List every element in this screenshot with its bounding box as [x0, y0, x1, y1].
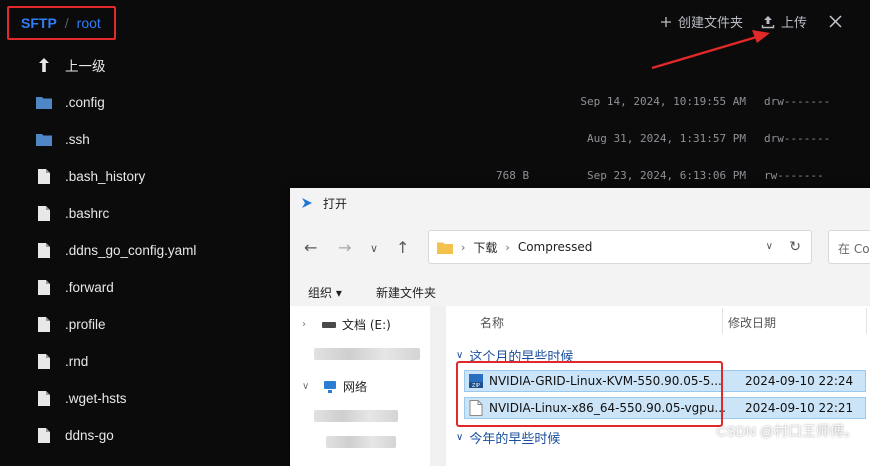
file-icon [36, 353, 52, 369]
sftp-file-row[interactable]: ddns-go [36, 424, 114, 446]
watermark: CSDN @村口王师傅。 [716, 423, 858, 439]
command-bar: 组织 ▾ 新建文件夹 [290, 278, 870, 304]
up-level-label: 上一级 [65, 59, 106, 74]
sftp-file-row[interactable]: .bashrc [36, 202, 109, 224]
sftp-file-name: ddns-go [65, 427, 114, 443]
search-input[interactable]: 在 Co [828, 230, 870, 264]
dialog-titlebar: 打开 [290, 188, 870, 218]
dialog-title: 打开 [323, 196, 348, 211]
sftp-file-name: .bashrc [65, 205, 110, 221]
network-icon [324, 380, 336, 393]
address-dropdown-icon[interactable]: ∨ [766, 241, 773, 252]
column-header-name[interactable]: 名称 [480, 314, 504, 331]
group-header-this-year[interactable]: ∨ 今年的早些时候 [456, 428, 560, 447]
up-arrow-icon [36, 57, 52, 73]
breadcrumb: SFTP / root [7, 6, 116, 40]
sftp-file-name: .bash_history [65, 168, 146, 184]
sftp-file-row[interactable]: .rnd [36, 350, 88, 372]
refresh-icon[interactable]: ↻ [789, 239, 801, 255]
file-icon [36, 205, 52, 221]
new-folder-button-dialog[interactable]: 新建文件夹 [376, 284, 436, 301]
close-icon [829, 15, 842, 28]
back-icon[interactable]: ← [304, 238, 317, 257]
sftp-file-row[interactable]: .bash_history [36, 165, 145, 187]
recent-dropdown-icon[interactable]: ∨ [370, 242, 378, 255]
column-divider[interactable] [722, 308, 723, 334]
file-icon [36, 168, 52, 184]
dialog-app-icon [302, 198, 312, 208]
file-date: 2024-09-10 22:24 [745, 374, 854, 388]
nav-item-network[interactable]: ∨ 网络 [302, 378, 367, 395]
sftp-file-name: .config [65, 94, 105, 110]
address-chevron-icon: › [505, 240, 510, 254]
plus-icon [660, 16, 671, 27]
address-chevron-icon: › [461, 240, 466, 254]
sftp-file-modified: Sep 23, 2024, 6:13:06 PM [587, 169, 746, 182]
sftp-file-modified: Aug 31, 2024, 1:31:57 PM [587, 132, 746, 145]
sftp-file-perms: drw------- [764, 132, 831, 145]
nav-item-label: 网络 [343, 380, 368, 394]
sftp-toolbar: 创建文件夹 上传 [642, 12, 848, 31]
sftp-file-perms: drw------- [764, 95, 831, 108]
breadcrumb-path[interactable]: root [77, 15, 101, 31]
breadcrumb-separator: / [64, 15, 69, 31]
upload-icon [761, 15, 775, 28]
forward-icon[interactable]: → [338, 238, 351, 257]
collapse-chevron-icon[interactable]: ∨ [302, 381, 322, 392]
new-folder-button[interactable]: 创建文件夹 [660, 12, 743, 31]
sftp-file-name: .profile [65, 316, 106, 332]
navigation-scrollbar[interactable] [430, 306, 446, 466]
file-icon [36, 427, 52, 443]
folder-icon [36, 131, 52, 147]
file-icon [36, 279, 52, 295]
sftp-file-row[interactable]: .ddns_go_config.yaml [36, 239, 196, 261]
column-divider[interactable] [866, 308, 867, 334]
file-icon [36, 316, 52, 332]
sftp-file-size: 768 B [496, 169, 530, 182]
sftp-file-name: .ddns_go_config.yaml [65, 242, 197, 258]
sftp-file-perms: rw------- [764, 169, 824, 182]
sftp-file-name: .rnd [65, 353, 89, 369]
up-level-row[interactable]: 上一级 [36, 54, 106, 76]
close-button[interactable] [829, 15, 848, 28]
sftp-file-modified: Sep 14, 2024, 10:19:55 AM [580, 95, 746, 108]
sftp-file-name: .ssh [65, 131, 90, 147]
sftp-file-row[interactable]: .ssh [36, 128, 90, 150]
organize-button[interactable]: 组织 ▾ [308, 284, 342, 301]
navigation-pane: › 文档 (E:) ∨ 网络 [290, 306, 430, 466]
nav-item-documents-drive[interactable]: › 文档 (E:) [302, 316, 391, 333]
file-icon [36, 242, 52, 258]
group-label: 今年的早些时候 [469, 432, 561, 447]
highlight-box [456, 361, 723, 427]
group-collapse-icon: ∨ [456, 350, 464, 361]
sftp-file-row[interactable]: .profile [36, 313, 106, 335]
address-segment-downloads[interactable]: 下载 [473, 239, 497, 256]
column-header-modified[interactable]: 修改日期 [728, 314, 776, 331]
upload-label: 上传 [780, 15, 807, 30]
file-date: 2024-09-10 22:21 [745, 401, 854, 415]
blurred-item [314, 410, 398, 422]
sftp-file-row[interactable]: .wget-hsts [36, 387, 127, 409]
drive-icon [322, 321, 336, 328]
folder-icon [36, 94, 52, 110]
expand-chevron-icon[interactable]: › [302, 319, 322, 330]
sftp-file-name: .forward [65, 279, 114, 295]
folder-icon [437, 242, 453, 254]
group-collapse-icon: ∨ [456, 432, 464, 443]
address-bar[interactable]: › 下载 › Compressed ∨ ↻ [428, 230, 812, 264]
blurred-item [314, 348, 420, 360]
blurred-item [326, 436, 396, 448]
nav-item-label: 文档 (E:) [342, 318, 391, 332]
new-folder-label: 创建文件夹 [677, 15, 743, 30]
upload-button[interactable]: 上传 [761, 12, 807, 31]
file-icon [36, 390, 52, 406]
sftp-file-row[interactable]: .config [36, 91, 105, 113]
up-folder-icon[interactable]: ↑ [396, 238, 409, 257]
address-segment-compressed[interactable]: Compressed [518, 240, 593, 254]
sftp-file-name: .wget-hsts [65, 390, 127, 406]
sftp-file-row[interactable]: .forward [36, 276, 114, 298]
breadcrumb-root[interactable]: SFTP [21, 15, 57, 31]
